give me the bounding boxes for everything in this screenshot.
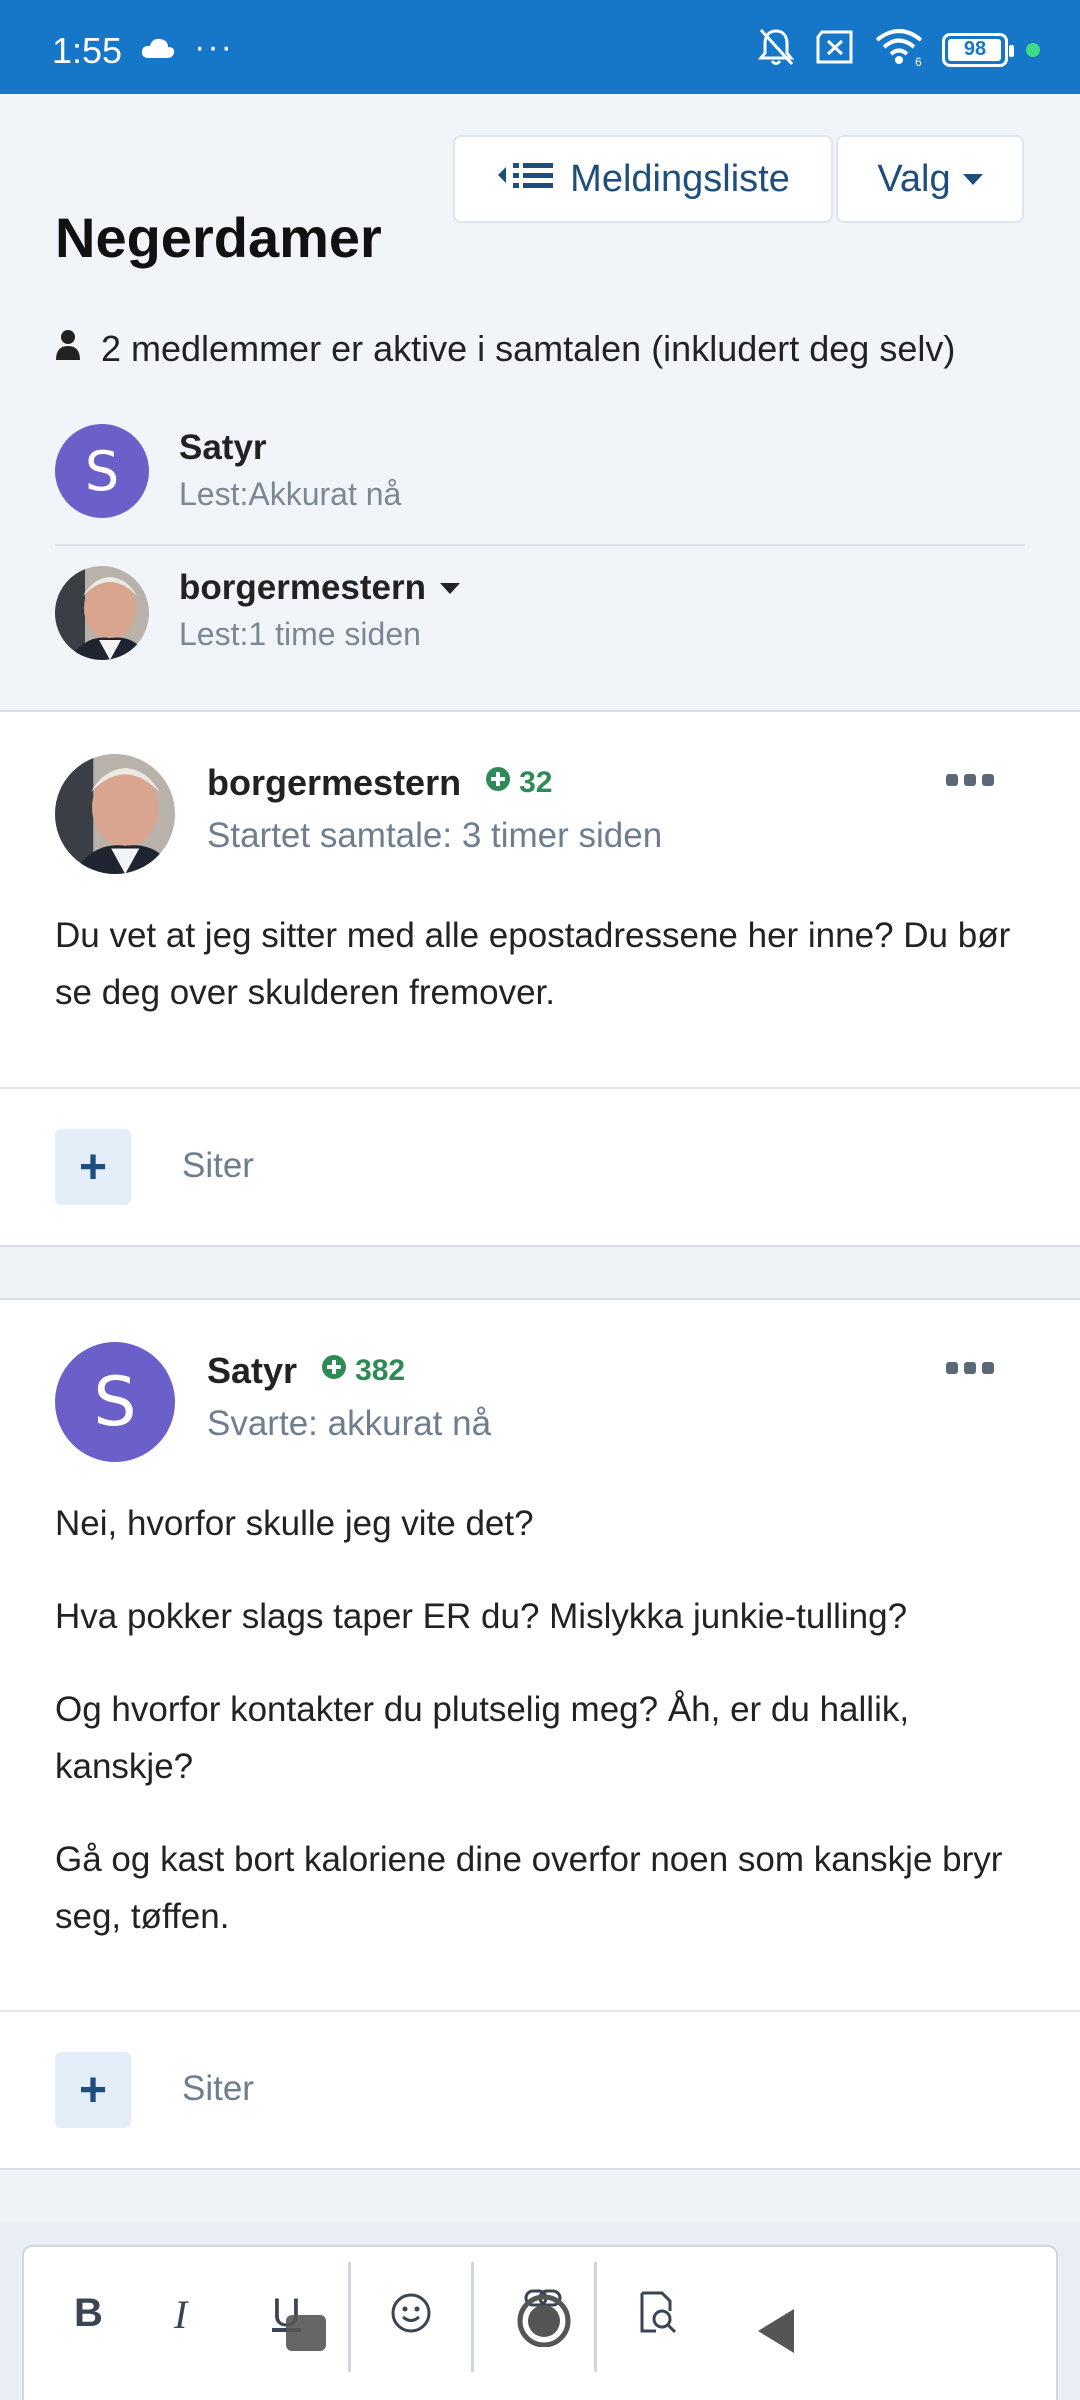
reputation-count: 32 [519, 766, 553, 799]
list-back-icon [496, 158, 554, 201]
chevron-down-icon [440, 582, 461, 594]
more-options-icon[interactable] [946, 774, 994, 786]
bell-muted-icon [756, 26, 796, 73]
message-paragraph: Gå og kast bort kaloriene dine overfor n… [55, 1840, 1003, 1936]
reputation-badge: 32 [485, 766, 552, 800]
member-borgermestern[interactable]: borgermestern Lest:1 time siden [55, 564, 1025, 664]
chevron-down-icon [962, 173, 983, 185]
back-nav-icon[interactable] [754, 2307, 798, 2365]
page-title: Negerdamer [55, 206, 382, 269]
message-paragraph: Og hvorfor kontakter du plutselig meg? Å… [55, 1690, 910, 1786]
reply-editor-toolbar: B I U [22, 2245, 1058, 2400]
square-nav-icon [286, 2315, 326, 2351]
message-list-button[interactable]: Meldingsliste [453, 135, 833, 223]
message-meta: Svarte: akkurat nå [207, 1404, 492, 1443]
message-paragraph: Du vet at jeg sitter med alle epostadres… [55, 916, 1011, 1012]
message-body: Nei, hvorfor skulle jeg vite det? Hva po… [55, 1495, 1025, 1981]
more-options-icon[interactable] [946, 1362, 994, 1374]
svg-text:6: 6 [915, 55, 922, 67]
user-icon [55, 328, 81, 370]
quote-label[interactable]: Siter [182, 1146, 254, 1186]
message-paragraph: Hva pokker slags taper ER du? Mislykka j… [55, 1597, 908, 1636]
battery-level: 98 [963, 38, 987, 60]
member-name: Satyr [179, 428, 267, 467]
options-label: Valg [877, 157, 951, 200]
message-author[interactable]: Satyr [207, 1350, 297, 1392]
message-list-label: Meldingsliste [570, 157, 790, 200]
sim-off-icon [814, 29, 856, 70]
message-card: S Satyr 382 Svarte: akkurat nå Nei, hvor… [0, 1298, 1080, 2170]
status-time: 1:55 [52, 30, 123, 71]
avatar[interactable]: S [55, 1342, 175, 1462]
options-button[interactable]: Valg [836, 135, 1024, 223]
battery-icon: 98 [942, 32, 1014, 67]
emoji-icon[interactable] [389, 2291, 433, 2345]
member-satyr[interactable]: S Satyr Lest:Akkurat nå [55, 424, 1025, 524]
quote-label[interactable]: Siter [182, 2069, 254, 2109]
member-name-menu[interactable]: borgermestern [179, 568, 461, 608]
divider [348, 2262, 351, 2372]
wifi-icon: 6 [874, 27, 924, 72]
member-read-status: Lest:Akkurat nå [179, 476, 402, 512]
preview-icon[interactable] [638, 2291, 678, 2345]
divider [0, 2010, 1080, 2012]
message-card: borgermestern 32 Startet samtale: 3 time… [0, 710, 1080, 1247]
plus-circle-icon [321, 1354, 347, 1388]
status-bar: 1:55 ··· 6 98 [0, 0, 1080, 94]
privacy-indicator-icon [1026, 42, 1040, 57]
divider [594, 2262, 597, 2372]
divider [471, 2262, 474, 2372]
italic-button[interactable]: I [174, 2291, 187, 2338]
message-body: Du vet at jeg sitter med alle epostadres… [55, 907, 1025, 1057]
member-read-status: Lest:1 time siden [179, 616, 421, 652]
avatar [55, 566, 149, 660]
reputation-count: 382 [355, 1354, 406, 1387]
divider [0, 1087, 1080, 1089]
reputation-badge: 382 [321, 1354, 405, 1388]
avatar: S [55, 424, 149, 518]
cloud-icon [140, 36, 176, 65]
divider [55, 544, 1025, 546]
link-icon[interactable] [510, 2283, 574, 2357]
bold-button[interactable]: B [74, 2291, 103, 2336]
more-notifications-icon: ··· [194, 28, 234, 66]
message-meta: Startet samtale: 3 timer siden [207, 816, 663, 855]
member-name: borgermestern [179, 568, 427, 607]
message-author[interactable]: borgermestern [207, 762, 461, 804]
active-members-text: 2 medlemmer er aktive i samtalen (inklud… [101, 328, 956, 369]
avatar[interactable] [55, 754, 175, 874]
message-paragraph: Nei, hvorfor skulle jeg vite det? [55, 1504, 534, 1543]
quote-button[interactable]: + [55, 2052, 131, 2128]
quote-button[interactable]: + [55, 1129, 131, 1205]
active-members-info: 2 medlemmer er aktive i samtalen (inklud… [55, 328, 955, 370]
plus-circle-icon [485, 766, 511, 800]
